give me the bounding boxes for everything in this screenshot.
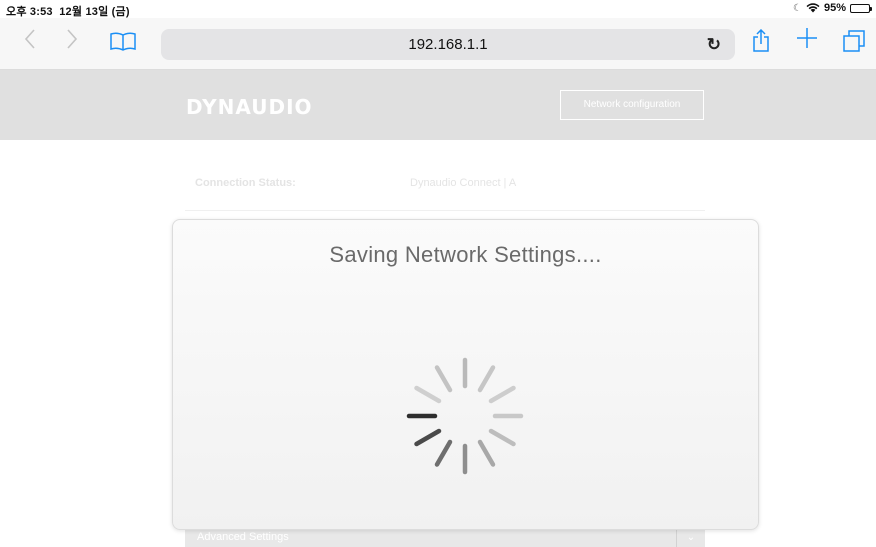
moon-icon: ☾ xyxy=(793,2,802,14)
status-time: 오후 3:53 xyxy=(6,6,53,18)
network-configuration-button[interactable]: Network configuration xyxy=(560,90,704,120)
saving-modal: Saving Network Settings.... xyxy=(172,219,759,530)
advanced-settings-label: Advanced Settings xyxy=(197,531,289,543)
reload-icon[interactable]: ↻ xyxy=(707,35,721,55)
dynaudio-logo: DYNAUDIO xyxy=(186,95,313,119)
battery-percent: 95% xyxy=(823,2,846,14)
site-header: DYNAUDIO Network configuration xyxy=(0,70,876,140)
loading-spinner-icon xyxy=(406,357,524,475)
chevron-right-icon[interactable] xyxy=(66,28,78,55)
battery-icon xyxy=(850,3,872,13)
modal-title: Saving Network Settings.... xyxy=(329,242,602,267)
status-date: 12월 13일 (금) xyxy=(59,6,130,18)
advanced-settings-row[interactable]: Advanced Settings ⌄ xyxy=(185,528,705,547)
book-icon[interactable] xyxy=(109,31,137,56)
chevron-left-icon[interactable] xyxy=(24,28,36,55)
connection-status-label: Connection Status: xyxy=(195,177,296,189)
status-time-date: 오후 3:53 12월 13일 (금) xyxy=(6,3,130,19)
browser-toolbar: 192.168.1.1 ↻ xyxy=(0,18,876,70)
connection-status-row: Connection Status: Dynaudio Connect | A xyxy=(185,170,705,211)
share-icon[interactable] xyxy=(752,28,770,58)
status-bar: 오후 3:53 12월 13일 (금) ☾ 95% xyxy=(0,0,876,18)
status-indicators: ☾ 95% xyxy=(793,2,872,14)
connection-status-value: Dynaudio Connect | A xyxy=(410,177,517,189)
wifi-icon xyxy=(806,3,820,13)
address-bar[interactable]: 192.168.1.1 ↻ xyxy=(161,29,735,60)
tabs-icon[interactable] xyxy=(843,30,865,57)
ipad-screen: 오후 3:53 12월 13일 (금) ☾ 95% 192.168.1.1 ↻ … xyxy=(0,0,876,547)
plus-icon[interactable] xyxy=(796,26,818,54)
url-text[interactable]: 192.168.1.1 xyxy=(161,36,735,53)
chevron-down-icon[interactable]: ⌄ xyxy=(676,528,705,547)
